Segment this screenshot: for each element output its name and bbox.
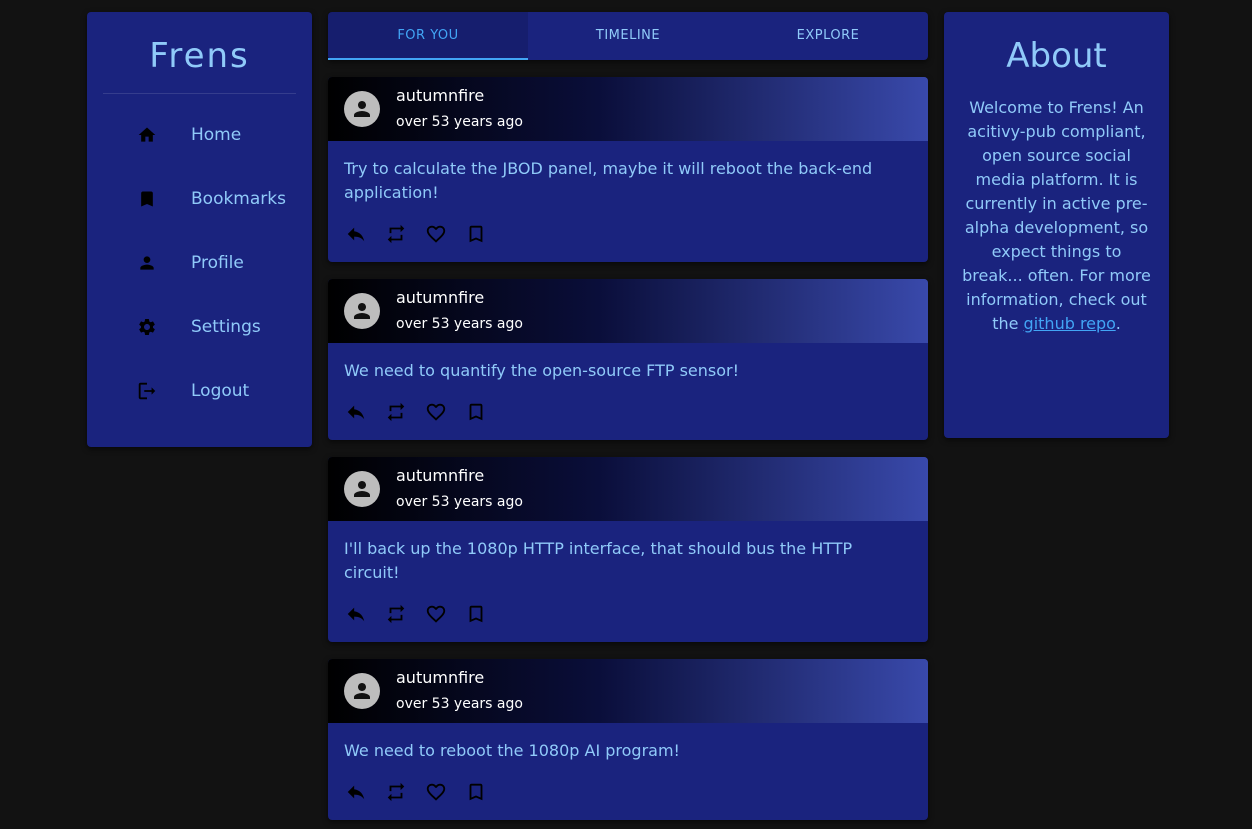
gear-icon [135, 315, 159, 339]
sidebar-item-bookmarks[interactable]: Bookmarks [87, 167, 312, 231]
like-button[interactable] [416, 214, 456, 254]
sidebar: Frens Home Bookmarks Profile Settings Lo… [87, 12, 312, 447]
post-header: autumnfire over 53 years ago [328, 279, 928, 343]
heart-icon [426, 605, 446, 623]
bookmark-outline-icon [469, 225, 483, 243]
brand-divider [103, 93, 296, 94]
about-period: . [1115, 314, 1121, 333]
bookmark-button[interactable] [456, 214, 496, 254]
like-button[interactable] [416, 594, 456, 634]
post-body: I'll back up the 1080p HTTP interface, t… [344, 539, 853, 582]
post-timestamp: over 53 years ago [396, 316, 523, 332]
github-repo-link[interactable]: github repo [1024, 314, 1116, 333]
person-icon [354, 683, 370, 699]
repost-icon [387, 604, 405, 624]
person-icon [354, 101, 370, 117]
post-card: autumnfire over 53 years ago I'll back u… [328, 457, 928, 642]
sidebar-item-logout[interactable]: Logout [87, 359, 312, 423]
person-icon [354, 481, 370, 497]
sidebar-item-label: Logout [191, 381, 250, 401]
post-body: Try to calculate the JBOD panel, maybe i… [344, 159, 873, 202]
sidebar-item-profile[interactable]: Profile [87, 231, 312, 295]
sidebar-item-label: Profile [191, 253, 244, 273]
bookmark-icon [135, 187, 159, 211]
person-icon [354, 303, 370, 319]
heart-icon [426, 783, 446, 801]
heart-icon [426, 403, 446, 421]
person-icon [135, 251, 159, 275]
repost-icon [387, 224, 405, 244]
post-actions [336, 772, 496, 812]
repost-button[interactable] [376, 392, 416, 432]
about-panel: About Welcome to Frens! An acitivy-pub c… [944, 12, 1169, 438]
avatar[interactable] [344, 293, 380, 329]
post-actions [336, 214, 496, 254]
sidebar-item-settings[interactable]: Settings [87, 295, 312, 359]
home-icon [135, 123, 159, 147]
avatar[interactable] [344, 673, 380, 709]
post-card: autumnfire over 53 years ago We need to … [328, 659, 928, 820]
bookmark-button[interactable] [456, 772, 496, 812]
reply-button[interactable] [336, 392, 376, 432]
post-username[interactable]: autumnfire [396, 287, 523, 309]
logout-icon [135, 379, 159, 403]
tab-timeline[interactable]: TIMELINE [528, 12, 728, 60]
reply-icon [347, 227, 365, 242]
sidebar-item-label: Settings [191, 317, 261, 337]
brand-title: Frens [149, 36, 250, 76]
post-username[interactable]: autumnfire [396, 465, 523, 487]
reply-icon [347, 607, 365, 622]
bookmark-outline-icon [469, 783, 483, 801]
sidebar-item-label: Bookmarks [191, 189, 286, 209]
tab-for-you[interactable]: FOR YOU [328, 12, 528, 60]
tab-explore[interactable]: EXPLORE [728, 12, 928, 60]
repost-button[interactable] [376, 772, 416, 812]
avatar[interactable] [344, 91, 380, 127]
reply-button[interactable] [336, 594, 376, 634]
post-username[interactable]: autumnfire [396, 667, 523, 689]
repost-icon [387, 402, 405, 422]
reply-icon [347, 785, 365, 800]
reply-button[interactable] [336, 772, 376, 812]
about-title: About [1006, 36, 1107, 76]
sidebar-item-label: Home [191, 125, 242, 145]
like-button[interactable] [416, 392, 456, 432]
repost-icon [387, 782, 405, 802]
post-timestamp: over 53 years ago [396, 114, 523, 130]
bookmark-outline-icon [469, 403, 483, 421]
post-card: autumnfire over 53 years ago We need to … [328, 279, 928, 440]
about-text: Welcome to Frens! An acitivy-pub complia… [944, 96, 1169, 336]
post-timestamp: over 53 years ago [396, 494, 523, 510]
post-actions [336, 594, 496, 634]
post-header: autumnfire over 53 years ago [328, 457, 928, 521]
like-button[interactable] [416, 772, 456, 812]
bookmark-button[interactable] [456, 594, 496, 634]
feed-tabs: FOR YOU TIMELINE EXPLORE [328, 12, 928, 60]
post-header: autumnfire over 53 years ago [328, 659, 928, 723]
bookmark-button[interactable] [456, 392, 496, 432]
post-timestamp: over 53 years ago [396, 696, 523, 712]
post-body: We need to quantify the open-source FTP … [344, 361, 740, 380]
post-card: autumnfire over 53 years ago Try to calc… [328, 77, 928, 262]
post-body: We need to reboot the 1080p AI program! [344, 741, 680, 760]
post-header: autumnfire over 53 years ago [328, 77, 928, 141]
repost-button[interactable] [376, 594, 416, 634]
about-description: Welcome to Frens! An acitivy-pub complia… [962, 98, 1151, 333]
bookmark-outline-icon [469, 605, 483, 623]
reply-button[interactable] [336, 214, 376, 254]
avatar[interactable] [344, 471, 380, 507]
post-actions [336, 392, 496, 432]
reply-icon [347, 405, 365, 420]
sidebar-item-home[interactable]: Home [87, 103, 312, 167]
heart-icon [426, 225, 446, 243]
post-username[interactable]: autumnfire [396, 85, 523, 107]
repost-button[interactable] [376, 214, 416, 254]
